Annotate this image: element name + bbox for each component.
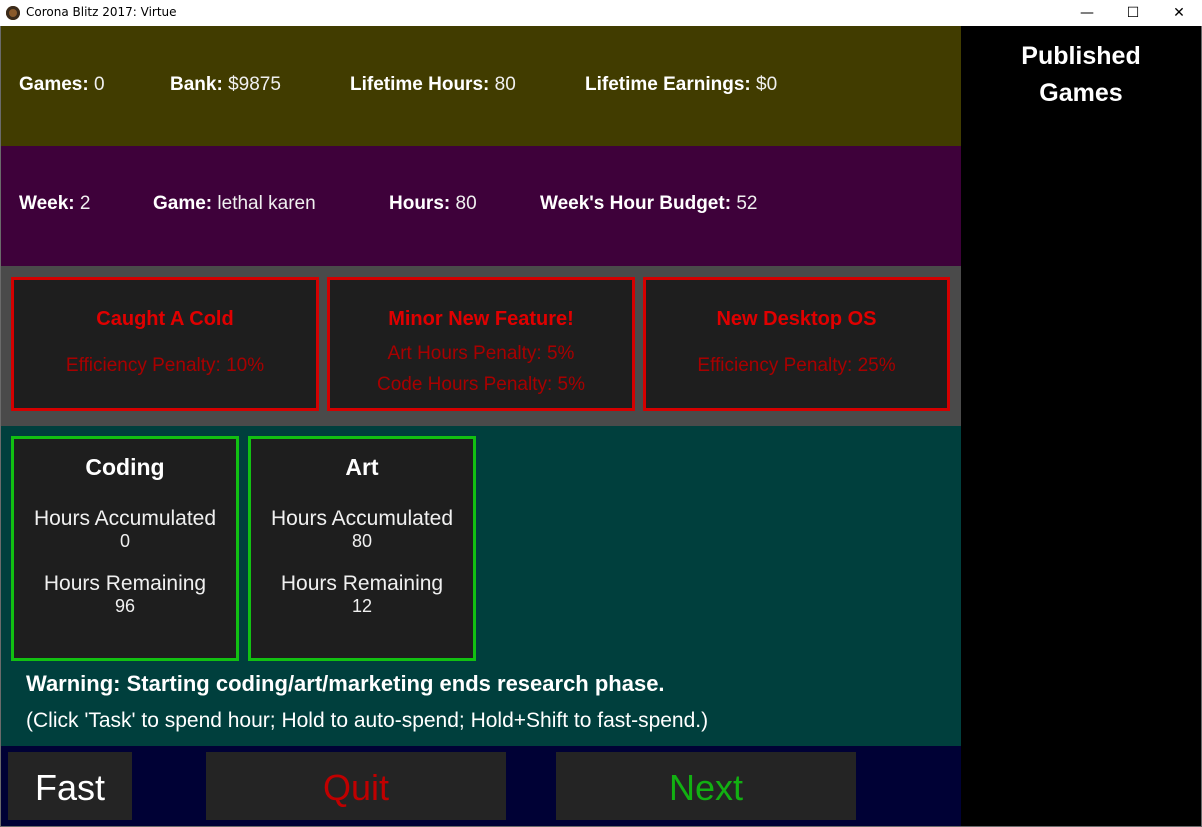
event-card: Caught A Cold Efficiency Penalty: 10% [11,277,319,411]
hour-budget-label: Week's Hour Budget: [540,193,732,214]
event-effect: Efficiency Penalty: 25% [697,355,896,376]
window-title: Corona Blitz 2017: Virtue [26,5,177,19]
event-effect: Code Hours Penalty: 5% [376,374,586,395]
app-icon [6,6,20,20]
games-value: 0 [93,74,105,95]
hours-label: Hours: [389,193,451,214]
task-art[interactable]: Art Hours Accumulated 80 Hours Remaining… [248,436,476,661]
published-games-sidebar: Published Games [961,26,1201,826]
maximize-button[interactable]: ☐ [1110,0,1156,26]
lifetime-hours-label: Lifetime Hours: [350,74,490,95]
game-label: Game: [153,193,213,214]
lifetime-earnings-value: $0 [756,74,778,95]
week-label: Week: [19,193,75,214]
event-card: Minor New Feature! Art Hours Penalty: 5%… [327,277,635,411]
game-stat: Game: lethal karen [153,193,316,215]
event-title: Caught A Cold [96,308,234,330]
game-value: lethal karen [217,193,316,214]
hours-remaining-label: Hours Remaining [43,572,207,595]
close-button[interactable]: ✕ [1156,0,1202,26]
hours-stat: Hours: 80 [389,193,477,215]
lifetime-earnings-stat: Lifetime Earnings: $0 [585,74,777,96]
next-button[interactable]: Next [556,752,856,820]
hours-accumulated-label: Hours Accumulated [33,507,217,530]
hours-remaining-value: 12 [351,596,373,616]
published-games-title: Published Games [961,38,1201,112]
hour-budget-value: 52 [736,193,758,214]
hours-accumulated-value: 0 [119,531,130,551]
bank-label: Bank: [170,74,223,95]
week-panel [1,146,961,266]
lifetime-hours-stat: Lifetime Hours: 80 [350,74,516,96]
published-games-title-line2: Games [1039,79,1123,107]
task-coding[interactable]: Coding Hours Accumulated 0 Hours Remaini… [11,436,239,661]
week-stat: Week: 2 [19,193,90,215]
title-bar: Corona Blitz 2017: Virtue — ☐ ✕ [0,0,1202,26]
published-games-title-line1: Published [1021,42,1141,70]
week-value: 2 [79,193,91,214]
games-label: Games: [19,74,89,95]
event-title: Minor New Feature! [388,308,574,330]
games-stat: Games: 0 [19,74,105,96]
task-title: Coding [85,454,165,480]
task-title: Art [345,454,379,480]
controls-hint: (Click 'Task' to spend hour; Hold to aut… [26,709,709,732]
event-title: New Desktop OS [716,308,877,330]
hours-accumulated-label: Hours Accumulated [270,507,454,530]
hour-budget-stat: Week's Hour Budget: 52 [540,193,757,215]
hours-value: 80 [455,193,477,214]
quit-button[interactable]: Quit [206,752,506,820]
minimize-button[interactable]: — [1064,0,1110,26]
hours-remaining-label: Hours Remaining [280,572,444,595]
research-warning: Warning: Starting coding/art/marketing e… [26,671,665,696]
hours-accumulated-value: 80 [351,531,373,551]
fast-button[interactable]: Fast [8,752,132,820]
lifetime-earnings-label: Lifetime Earnings: [585,74,751,95]
event-effect: Efficiency Penalty: 10% [65,355,265,376]
bank-stat: Bank: $9875 [170,74,281,96]
bank-value: $9875 [228,74,281,95]
event-card: New Desktop OS Efficiency Penalty: 25% [643,277,950,411]
event-effect: Art Hours Penalty: 5% [387,343,575,364]
hours-remaining-value: 96 [114,596,136,616]
lifetime-hours-value: 80 [494,74,516,95]
